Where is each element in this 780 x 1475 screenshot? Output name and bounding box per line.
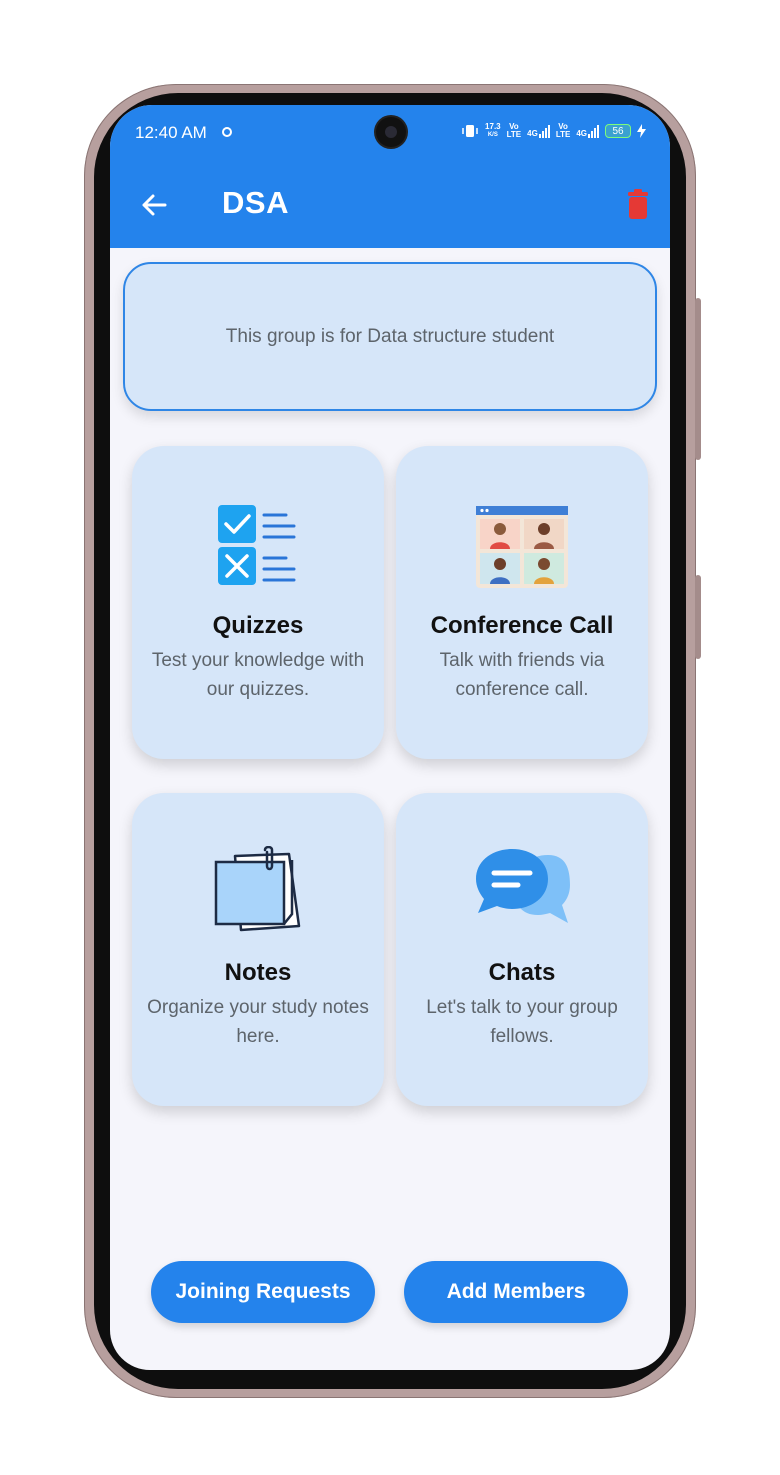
signal-1: 4G (527, 124, 550, 138)
card-description: Organize your study notes here. (147, 997, 369, 1047)
group-description: This group is for Data structure student (225, 325, 555, 347)
card-title: Chats (488, 959, 556, 986)
signal-bars-2-icon (588, 124, 599, 138)
delete-group-icon[interactable] (627, 189, 649, 219)
status-time: 12:40 AM (135, 123, 207, 142)
signal-bars-1-icon (538, 124, 550, 138)
page-title: DSA (222, 185, 289, 220)
charging-icon (637, 124, 646, 138)
chat-bubbles-icon (476, 849, 570, 923)
back-arrow-icon[interactable] (140, 191, 168, 219)
card-description: Let's talk to your group fellows. (426, 997, 618, 1047)
notes-card[interactable]: Notes Organize your study notes here. (132, 793, 384, 1106)
card-description: Talk with friends via conference call. (439, 650, 605, 700)
volte-indicator-1: Vo LTE (506, 122, 522, 139)
volume-button (695, 575, 701, 659)
add-members-button[interactable]: Add Members (404, 1261, 628, 1323)
group-description-box: This group is for Data structure student (123, 262, 657, 411)
app-screen: 12:40 AM 17.3 K/S Vo LTE 4G Vo LTE 4G 56… (110, 105, 670, 1370)
chats-card[interactable]: Chats Let's talk to your group fellows. (396, 793, 648, 1106)
quiz-checklist-icon (218, 505, 296, 585)
joining-requests-button[interactable]: Joining Requests (151, 1261, 375, 1323)
status-icons: 17.3 K/S Vo LTE 4G Vo LTE 4G 56 (461, 123, 646, 139)
video-conference-icon (476, 506, 568, 588)
battery-icon: 56 (605, 124, 631, 138)
vibrate-icon (462, 125, 478, 137)
signal-2: 4G (576, 124, 599, 138)
power-button (695, 298, 701, 460)
card-title: Quizzes (212, 612, 304, 639)
card-title: Notes (224, 959, 292, 986)
notification-icon (222, 127, 232, 137)
card-title: Conference Call (430, 612, 614, 639)
net-type-2: 4G (576, 129, 587, 138)
volte-indicator-2: Vo LTE (555, 122, 571, 139)
conference-call-card[interactable]: Conference Call Talk with friends via co… (396, 446, 648, 759)
net-type-1: 4G (527, 129, 538, 138)
network-speed: 17.3 K/S (485, 122, 501, 139)
front-camera (376, 117, 406, 147)
card-description: Test your knowledge with our quizzes. (151, 650, 365, 700)
app-bar: 12:40 AM 17.3 K/S Vo LTE 4G Vo LTE 4G 56… (110, 105, 670, 248)
notes-paper-icon (214, 846, 301, 932)
quizzes-card[interactable]: Quizzes Test your knowledge with our qui… (132, 446, 384, 759)
